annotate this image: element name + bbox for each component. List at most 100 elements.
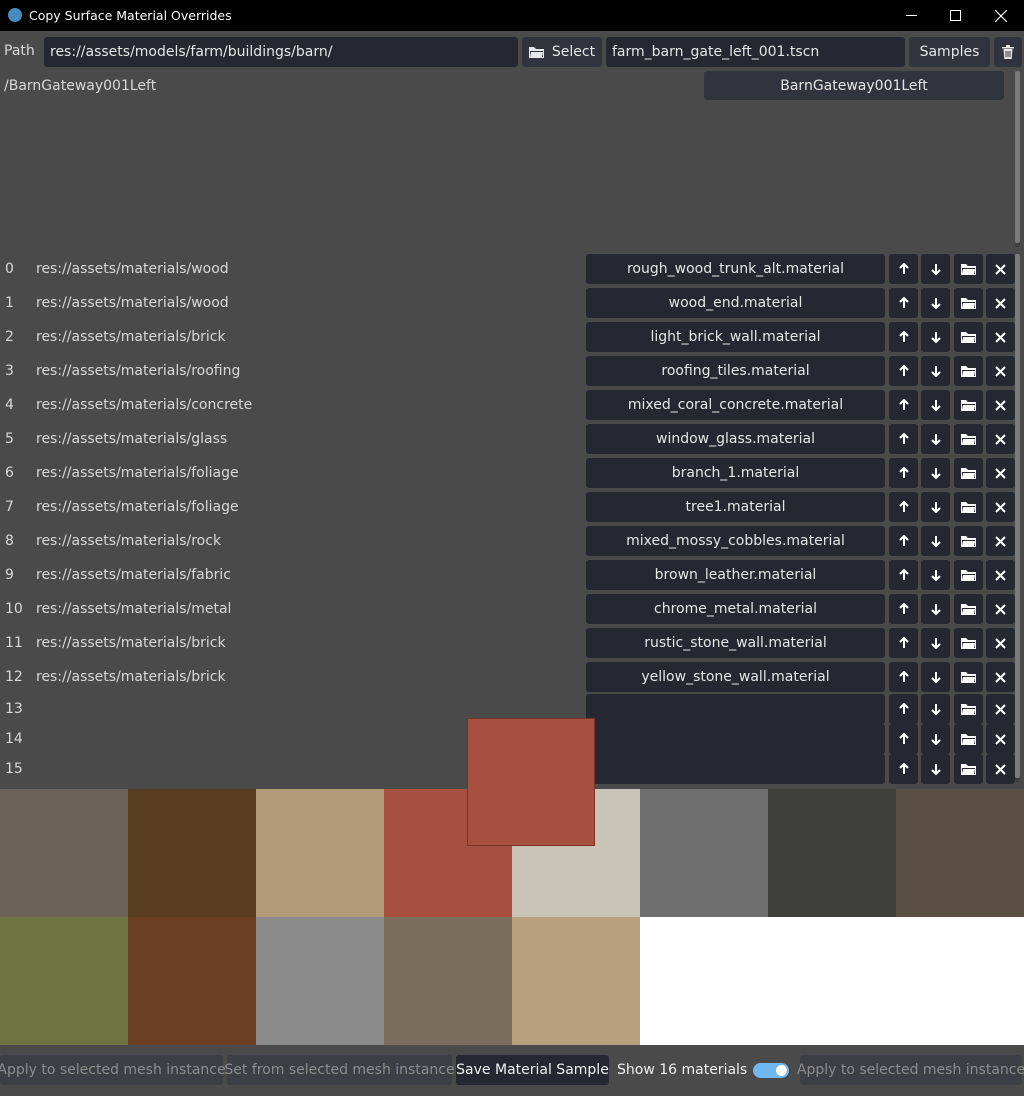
arrow-up-icon[interactable] [889, 458, 918, 488]
upper-scrollbar-thumb[interactable] [1015, 71, 1020, 243]
folder-icon[interactable] [954, 356, 983, 386]
arrow-down-icon[interactable] [921, 356, 950, 386]
arrow-up-icon[interactable] [889, 754, 918, 784]
material-file-button[interactable]: brown_leather.material [586, 560, 885, 590]
close-icon[interactable] [986, 356, 1015, 386]
arrow-down-icon[interactable] [921, 254, 950, 284]
arrow-up-icon[interactable] [889, 356, 918, 386]
material-file-button[interactable]: window_glass.material [586, 424, 885, 454]
arrow-up-icon[interactable] [889, 560, 918, 590]
upper-scrollbar[interactable] [1015, 71, 1020, 247]
material-file-button[interactable]: light_brick_wall.material [586, 322, 885, 352]
node-name-button[interactable]: BarnGateway001Left [704, 71, 1004, 100]
arrow-up-icon[interactable] [889, 594, 918, 624]
close-icon[interactable] [986, 594, 1015, 624]
close-icon[interactable] [986, 390, 1015, 420]
arrow-down-icon[interactable] [921, 458, 950, 488]
materials-scrollbar-thumb[interactable] [1015, 254, 1020, 778]
set-from-selected-button[interactable]: Set from selected mesh instance [224, 1055, 455, 1085]
arrow-down-icon[interactable] [921, 492, 950, 522]
minimize-icon[interactable] [888, 0, 934, 31]
folder-icon[interactable] [954, 694, 983, 724]
tree-preview[interactable] [896, 789, 1024, 917]
folder-icon[interactable] [954, 492, 983, 522]
arrow-down-icon[interactable] [921, 390, 950, 420]
arrow-up-icon[interactable] [889, 526, 918, 556]
glass-preview[interactable] [640, 789, 768, 917]
material-file-button[interactable]: mixed_mossy_cobbles.material [586, 526, 885, 556]
folder-icon[interactable] [954, 390, 983, 420]
folder-icon[interactable] [954, 254, 983, 284]
material-file-button[interactable]: yellow_stone_wall.material [586, 662, 885, 692]
trash-icon[interactable] [994, 37, 1022, 67]
material-file-button[interactable]: tree1.material [586, 492, 885, 522]
folder-icon[interactable] [954, 560, 983, 590]
light-brick-preview[interactable] [256, 789, 384, 917]
show-materials-toggle[interactable] [753, 1063, 789, 1078]
arrow-down-icon[interactable] [921, 724, 950, 754]
arrow-down-icon[interactable] [921, 424, 950, 454]
folder-icon[interactable] [954, 662, 983, 692]
folder-icon[interactable] [954, 322, 983, 352]
select-button[interactable]: Select [522, 37, 602, 67]
arrow-down-icon[interactable] [921, 322, 950, 352]
close-icon[interactable] [986, 526, 1015, 556]
apply-to-selected-button-right[interactable]: Apply to selected mesh instance [797, 1055, 1024, 1085]
branch-preview[interactable] [768, 789, 896, 917]
arrow-down-icon[interactable] [921, 662, 950, 692]
folder-icon[interactable] [954, 724, 983, 754]
folder-icon[interactable] [954, 628, 983, 658]
close-icon[interactable] [986, 254, 1015, 284]
arrow-up-icon[interactable] [889, 724, 918, 754]
material-file-button[interactable]: rough_wood_trunk_alt.material [586, 254, 885, 284]
material-file-button[interactable] [586, 754, 885, 784]
samples-button[interactable]: Samples [909, 37, 990, 67]
material-file-button[interactable]: roofing_tiles.material [586, 356, 885, 386]
close-icon[interactable] [986, 724, 1015, 754]
arrow-down-icon[interactable] [921, 628, 950, 658]
arrow-up-icon[interactable] [889, 694, 918, 724]
save-material-sample-button[interactable]: Save Material Sample [456, 1055, 609, 1085]
wood-end-preview[interactable] [128, 789, 256, 917]
material-file-button[interactable] [586, 724, 885, 754]
close-icon[interactable] [986, 458, 1015, 488]
leather-preview[interactable] [128, 917, 256, 1045]
arrow-down-icon[interactable] [921, 560, 950, 590]
arrow-up-icon[interactable] [889, 424, 918, 454]
close-icon[interactable] [986, 754, 1015, 784]
materials-scrollbar[interactable] [1015, 254, 1020, 782]
arrow-down-icon[interactable] [921, 694, 950, 724]
arrow-up-icon[interactable] [889, 390, 918, 420]
material-file-button[interactable]: branch_1.material [586, 458, 885, 488]
material-file-button[interactable] [586, 694, 885, 724]
arrow-down-icon[interactable] [921, 594, 950, 624]
arrow-up-icon[interactable] [889, 628, 918, 658]
folder-icon[interactable] [954, 458, 983, 488]
maximize-icon[interactable] [932, 0, 978, 31]
material-file-button[interactable]: mixed_coral_concrete.material [586, 390, 885, 420]
arrow-up-icon[interactable] [889, 492, 918, 522]
dragged-roofing-tiles-preview[interactable] [467, 718, 595, 846]
close-icon[interactable] [986, 424, 1015, 454]
close-icon[interactable] [986, 662, 1015, 692]
close-icon[interactable] [986, 322, 1015, 352]
close-icon[interactable] [986, 492, 1015, 522]
folder-icon[interactable] [954, 288, 983, 318]
close-icon[interactable] [986, 288, 1015, 318]
mossy-cobbles-preview[interactable] [0, 917, 128, 1045]
arrow-down-icon[interactable] [921, 754, 950, 784]
rustic-stone-preview[interactable] [384, 917, 512, 1045]
arrow-down-icon[interactable] [921, 526, 950, 556]
metal-preview[interactable] [256, 917, 384, 1045]
folder-icon[interactable] [954, 754, 983, 784]
folder-icon[interactable] [954, 594, 983, 624]
material-file-button[interactable]: chrome_metal.material [586, 594, 885, 624]
close-icon[interactable] [978, 0, 1024, 31]
close-icon[interactable] [986, 628, 1015, 658]
wood-bark-preview[interactable] [0, 789, 128, 917]
arrow-up-icon[interactable] [889, 288, 918, 318]
close-icon[interactable] [986, 560, 1015, 590]
yellow-stone-preview[interactable] [512, 917, 640, 1045]
path-input[interactable]: res://assets/models/farm/buildings/barn/ [44, 37, 518, 67]
apply-to-selected-button[interactable]: Apply to selected mesh instance [0, 1055, 226, 1085]
